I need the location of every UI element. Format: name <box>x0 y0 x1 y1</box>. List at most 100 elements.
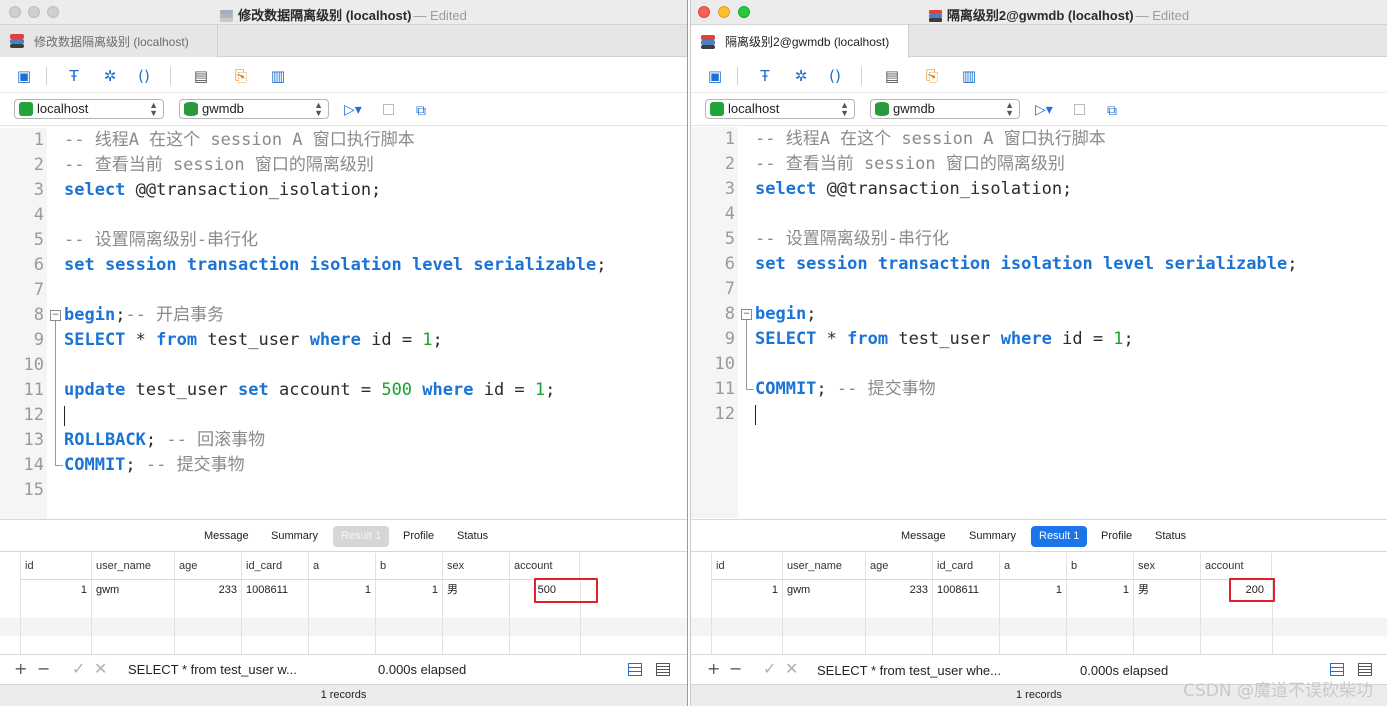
explain-icon[interactable]: ⧉ <box>416 102 432 118</box>
apply-icon[interactable]: ✓ <box>763 660 776 678</box>
column-header[interactable]: id_card <box>241 553 308 580</box>
table-cell[interactable]: 男 <box>442 580 509 602</box>
column-header[interactable]: age <box>865 553 932 580</box>
grid-view-icon[interactable] <box>1330 663 1344 676</box>
run-icon[interactable]: ▷▾ <box>344 101 362 118</box>
chart-icon[interactable]: ▥ <box>268 66 288 86</box>
export-icon[interactable]: ⎘ <box>922 66 942 86</box>
format-icon[interactable]: Ŧ <box>64 66 84 86</box>
elapsed-time: 0.000s elapsed <box>1080 663 1169 678</box>
table-cell[interactable]: 1008611 <box>932 580 999 602</box>
export-icon[interactable]: ⎘ <box>231 66 251 86</box>
line-number: 5 <box>33 230 44 250</box>
column-header[interactable]: user_name <box>782 553 865 580</box>
result-grid: id user_name age id_card a b sex account… <box>691 553 1387 654</box>
tab-profile[interactable]: Profile <box>395 526 442 547</box>
code-line: -- 查看当前 session 窗口的隔离级别 <box>755 154 1065 174</box>
table-cell[interactable]: 1 <box>375 580 442 602</box>
table-cell[interactable]: 233 <box>865 580 932 602</box>
tab-profile[interactable]: Profile <box>1093 526 1140 547</box>
run-icon[interactable]: ▷▾ <box>1035 101 1053 118</box>
discard-icon[interactable]: ✕ <box>785 660 798 678</box>
brackets-icon[interactable]: () <box>825 66 845 86</box>
stop-icon[interactable] <box>1074 104 1085 115</box>
form-view-icon[interactable] <box>656 663 670 676</box>
snippet-icon[interactable]: ▤ <box>191 66 211 86</box>
fold-toggle-icon[interactable]: − <box>50 310 61 321</box>
chart-icon[interactable]: ▥ <box>959 66 979 86</box>
add-row-icon[interactable]: + <box>14 660 27 678</box>
column-header[interactable]: id <box>711 553 782 580</box>
column-header[interactable]: sex <box>442 553 509 580</box>
column-header[interactable]: a <box>999 553 1066 580</box>
tab-summary[interactable]: Summary <box>961 526 1024 547</box>
line-number: 12 <box>714 404 735 424</box>
tab-result-1[interactable]: Result 1 <box>1031 526 1088 547</box>
grid-view-icon[interactable] <box>628 663 642 676</box>
line-number: 4 <box>33 205 44 225</box>
discard-icon[interactable]: ✕ <box>94 660 107 678</box>
database-select[interactable]: gwmdb ▲ ▼ <box>870 99 1020 119</box>
sql-editor[interactable]: 1 -- 线程A 在这个 session A 窗口执行脚本 2 -- 查看当前 se… <box>0 128 687 519</box>
connection-select[interactable]: localhost ▲ ▼ <box>14 99 164 119</box>
connection-select[interactable]: localhost ▲ ▼ <box>705 99 855 119</box>
column-header[interactable]: b <box>375 553 442 580</box>
column-header[interactable]: a <box>308 553 375 580</box>
table-cell[interactable]: 1 <box>999 580 1066 602</box>
database-select[interactable]: gwmdb ▲ ▼ <box>179 99 329 119</box>
table-cell[interactable]: 1 <box>20 580 91 602</box>
apply-icon[interactable]: ✓ <box>72 660 85 678</box>
snippet-icon[interactable]: ▤ <box>882 66 902 86</box>
table-cell[interactable]: 1 <box>1066 580 1133 602</box>
table-cell[interactable]: gwm <box>91 580 174 602</box>
delete-row-icon[interactable]: − <box>37 660 50 678</box>
code-line: -- 设置隔离级别-串行化 <box>64 230 258 250</box>
line-number: 15 <box>23 480 44 500</box>
delete-row-icon[interactable]: − <box>729 660 742 678</box>
column-header[interactable]: b <box>1066 553 1133 580</box>
tab-summary[interactable]: Summary <box>263 526 326 547</box>
table-cell[interactable]: 1 <box>308 580 375 602</box>
sql-editor[interactable]: 1 -- 线程A 在这个 session A 窗口执行脚本 2 -- 查看当前 se… <box>691 127 1387 518</box>
table-cell[interactable]: 男 <box>1133 580 1200 602</box>
fold-toggle-icon[interactable]: − <box>741 309 752 320</box>
format-icon[interactable]: Ŧ <box>755 66 775 86</box>
column-header[interactable]: account <box>509 553 580 580</box>
database-icon <box>184 102 198 116</box>
column-header[interactable]: sex <box>1133 553 1200 580</box>
add-row-icon[interactable]: + <box>707 660 720 678</box>
connection-icon <box>19 102 33 116</box>
right-query-window: 隔离级别2@gwmdb (localhost) — Edited 隔离级别2@gw… <box>690 0 1387 706</box>
connection-value: localhost <box>37 101 89 116</box>
tab-status[interactable]: Status <box>449 526 496 547</box>
tab-result-1[interactable]: Result 1 <box>333 526 390 547</box>
table-cell[interactable]: 233 <box>174 580 241 602</box>
tab-status[interactable]: Status <box>1147 526 1194 547</box>
column-header[interactable]: age <box>174 553 241 580</box>
beautify-icon[interactable]: ✲ <box>791 66 811 86</box>
toolbar: ▣ Ŧ ✲ () ▤ ⎘ ▥ <box>0 57 687 93</box>
tab-message[interactable]: Message <box>196 526 257 547</box>
stop-icon[interactable] <box>383 104 394 115</box>
explain-icon[interactable]: ⧉ <box>1107 102 1123 118</box>
column-header[interactable]: id_card <box>932 553 999 580</box>
column-header[interactable]: id <box>20 553 91 580</box>
table-cell[interactable]: 1 <box>711 580 782 602</box>
form-view-icon[interactable] <box>1358 663 1372 676</box>
tab-query[interactable]: 修改数据隔离级别 (localhost) <box>0 25 218 57</box>
column-header[interactable]: account <box>1200 553 1272 580</box>
toolbar: ▣ Ŧ ✲ () ▤ ⎘ ▥ <box>691 57 1387 93</box>
brackets-icon[interactable]: () <box>134 66 154 86</box>
tab-query[interactable]: 隔离级别2@gwmdb (localhost) <box>691 25 909 58</box>
line-number: 2 <box>724 154 735 174</box>
document-tab-bar: 修改数据隔离级别 (localhost) <box>0 25 687 57</box>
beautify-icon[interactable]: ✲ <box>100 66 120 86</box>
table-cell[interactable]: gwm <box>782 580 865 602</box>
table-cell[interactable]: 1008611 <box>241 580 308 602</box>
result-tab-bar: Message Summary Result 1 Profile Status <box>691 519 1387 552</box>
text-cursor <box>755 405 756 425</box>
column-header[interactable]: user_name <box>91 553 174 580</box>
save-icon[interactable]: ▣ <box>705 66 725 86</box>
save-icon[interactable]: ▣ <box>14 66 34 86</box>
tab-message[interactable]: Message <box>893 526 954 547</box>
